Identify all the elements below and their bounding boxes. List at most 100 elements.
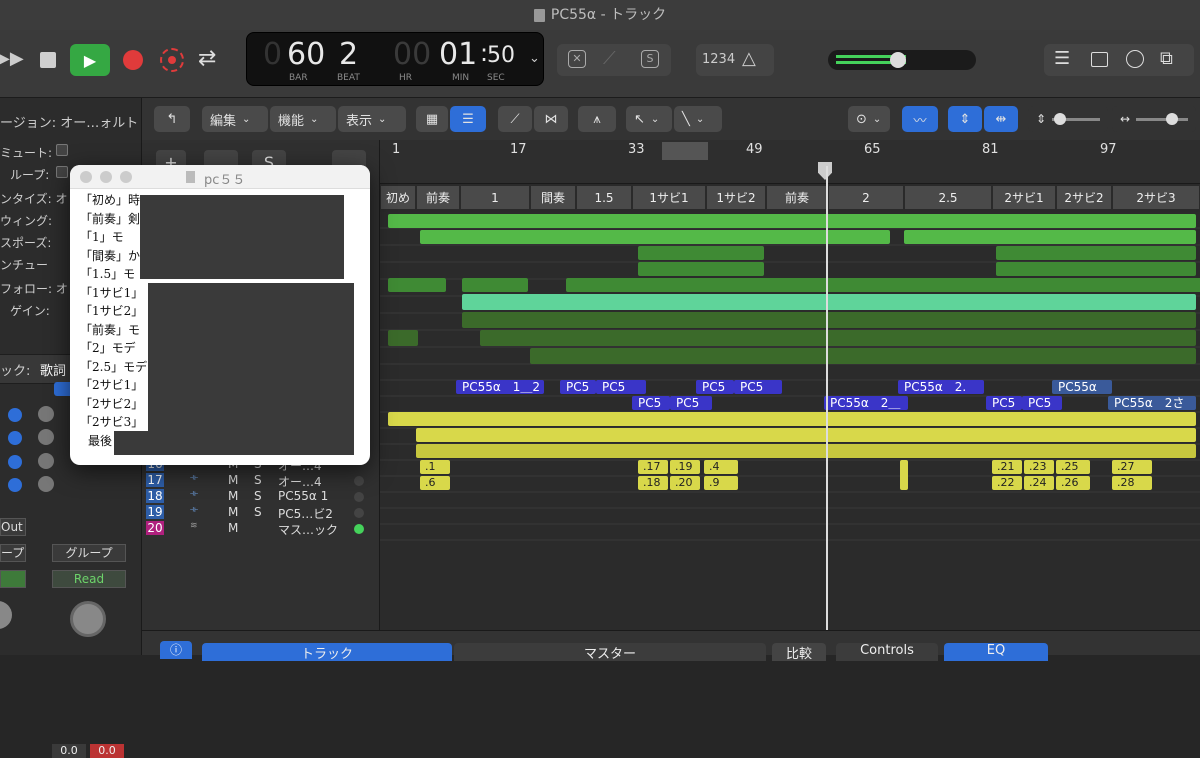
solo-button[interactable]: S bbox=[254, 505, 262, 519]
back-button[interactable]: ↰ bbox=[154, 106, 190, 132]
region-green[interactable] bbox=[638, 246, 764, 260]
mute-button[interactable]: M bbox=[228, 505, 238, 519]
mute-button[interactable]: M bbox=[228, 473, 238, 487]
flex-button[interactable]: ⋈ bbox=[534, 106, 568, 132]
send-knob-2[interactable] bbox=[8, 431, 22, 445]
tab-track[interactable]: トラック bbox=[202, 643, 452, 662]
waveform-button[interactable]: 〰 bbox=[902, 106, 938, 132]
region-green[interactable] bbox=[566, 278, 1200, 292]
more-button[interactable]: ⊙ ⌄ bbox=[848, 106, 890, 132]
send-knob-3[interactable] bbox=[8, 455, 22, 469]
bar-ruler[interactable]: 1 17 33 49 65 81 97 bbox=[380, 140, 1200, 184]
region-yellow[interactable] bbox=[416, 428, 1196, 442]
region-green[interactable] bbox=[388, 278, 446, 292]
playhead-handle[interactable] bbox=[818, 162, 832, 180]
mute-button[interactable]: M bbox=[228, 489, 238, 503]
region-yellow[interactable]: .20 bbox=[670, 476, 700, 490]
marker[interactable]: 2.5 bbox=[904, 185, 992, 210]
lcd-display[interactable]: 0 60 2 BAR BEAT 00 01 : 50 HR MIN SEC ⌄ bbox=[246, 32, 544, 86]
mute-checkbox[interactable] bbox=[56, 144, 68, 156]
region-dark-green[interactable] bbox=[462, 312, 1196, 328]
tab-controls[interactable]: Controls bbox=[836, 643, 938, 661]
solo-button[interactable]: S bbox=[254, 473, 262, 487]
region-yellow[interactable] bbox=[416, 444, 1196, 458]
stop-button[interactable] bbox=[40, 52, 56, 68]
region-blue[interactable]: PC5 bbox=[670, 396, 712, 410]
horizontal-fit-button[interactable]: ⇹ bbox=[984, 106, 1018, 132]
pointer-tool[interactable]: ↖ ⌄ bbox=[626, 106, 672, 132]
region-blue[interactable]: PC55α 2さ bbox=[1108, 396, 1196, 410]
region-yellow[interactable]: .21 bbox=[992, 460, 1022, 474]
region-green[interactable] bbox=[388, 214, 1196, 228]
automation-read-button[interactable]: Read bbox=[52, 570, 126, 588]
send-knob-1[interactable] bbox=[8, 408, 22, 422]
region-yellow[interactable]: .28 bbox=[1112, 476, 1152, 490]
compare-button[interactable]: 比較 bbox=[772, 643, 826, 662]
region-yellow[interactable] bbox=[900, 460, 908, 490]
region-blue[interactable]: PC5 bbox=[632, 396, 670, 410]
region-green[interactable] bbox=[996, 246, 1196, 260]
loop-browser-icon[interactable] bbox=[1126, 50, 1144, 68]
region-dark-green[interactable] bbox=[388, 330, 418, 346]
track-row[interactable]: 18 ⟛ M S PC55α 1 bbox=[142, 489, 380, 505]
region-yellow[interactable]: .27 bbox=[1112, 460, 1152, 474]
region-dark-green[interactable] bbox=[480, 330, 1196, 346]
track-row[interactable]: 20 ≋ M マス…ック bbox=[142, 521, 380, 537]
region-yellow[interactable]: .1 bbox=[420, 460, 450, 474]
region-dark-green[interactable] bbox=[530, 348, 1196, 364]
track-row[interactable]: 17 ⟛ M S オー…4 bbox=[142, 473, 380, 489]
region-blue[interactable]: PC5 bbox=[734, 380, 782, 394]
list-icon[interactable]: ☰ bbox=[1054, 48, 1070, 69]
forward-icon[interactable]: ▶▶ bbox=[0, 48, 24, 72]
marker[interactable]: 間奏 bbox=[530, 185, 576, 210]
region-green[interactable] bbox=[462, 278, 528, 292]
track-on-indicator[interactable] bbox=[354, 476, 364, 486]
send-dial-4[interactable] bbox=[38, 476, 54, 492]
playhead[interactable] bbox=[826, 166, 828, 630]
region-yellow[interactable]: .25 bbox=[1056, 460, 1090, 474]
region-blue[interactable]: PC5 bbox=[1022, 396, 1062, 410]
region-blue[interactable]: PC55α 2＿ bbox=[824, 396, 908, 410]
notepad-titlebar[interactable]: pc５５ bbox=[70, 165, 370, 189]
solo-icon[interactable]: S bbox=[641, 50, 659, 68]
metronome-icon[interactable]: △ bbox=[742, 48, 756, 69]
volume-left-display[interactable]: 0.0 bbox=[52, 744, 86, 758]
region-yellow[interactable]: .22 bbox=[992, 476, 1022, 490]
note-pad-icon[interactable] bbox=[1091, 52, 1108, 67]
marker[interactable]: 1.5 bbox=[576, 185, 632, 210]
replace-mode-icon[interactable]: ✕ bbox=[568, 50, 586, 68]
pan-knob-right[interactable] bbox=[70, 601, 106, 637]
track-row[interactable]: 19 ⟛ M S PC5…ビ2 bbox=[142, 505, 380, 521]
track-on-indicator[interactable] bbox=[354, 508, 364, 518]
region-yellow[interactable]: .18 bbox=[638, 476, 668, 490]
marker[interactable]: 2サビ2 bbox=[1056, 185, 1112, 210]
vertical-zoom-button[interactable]: ⇕ bbox=[948, 106, 982, 132]
region-yellow[interactable]: .9 bbox=[704, 476, 738, 490]
send-dial-1[interactable] bbox=[38, 406, 54, 422]
marker[interactable]: 前奏 bbox=[766, 185, 828, 210]
grid-view-button[interactable]: ▦ bbox=[416, 106, 448, 132]
region-green[interactable] bbox=[996, 262, 1196, 276]
record-button[interactable] bbox=[123, 50, 143, 70]
output-button[interactable]: Out bbox=[0, 518, 26, 536]
tracks-area[interactable]: PC55α 1＿2 PC5 PC5 PC5 PC5 PC55α 2. PC55α… bbox=[380, 212, 1200, 630]
close-window-button[interactable] bbox=[80, 171, 92, 183]
region-blue[interactable]: PC55α 2. bbox=[898, 380, 984, 394]
loop-checkbox[interactable] bbox=[56, 166, 68, 178]
pencil-tool[interactable]: ╲ ⌄ bbox=[674, 106, 722, 132]
group-right-button[interactable]: グループ bbox=[52, 544, 126, 562]
group-left-button[interactable]: ープ bbox=[0, 544, 26, 562]
region-yellow[interactable]: .4 bbox=[704, 460, 738, 474]
region-yellow[interactable] bbox=[388, 412, 1196, 426]
track-on-indicator[interactable] bbox=[354, 492, 364, 502]
region-yellow[interactable]: .17 bbox=[638, 460, 668, 474]
count-in-button[interactable]: 1234 bbox=[702, 52, 735, 67]
master-volume-slider[interactable] bbox=[828, 50, 976, 70]
cycle-region[interactable] bbox=[662, 142, 708, 160]
vertical-zoom-slider[interactable]: ⇕ bbox=[1028, 106, 1108, 132]
automation-button[interactable]: ⟋ bbox=[498, 106, 532, 132]
region-blue[interactable]: PC5 bbox=[986, 396, 1022, 410]
marker[interactable]: 1サビ1 bbox=[632, 185, 706, 210]
marker[interactable]: 2サビ1 bbox=[992, 185, 1056, 210]
send-knob-4[interactable] bbox=[8, 478, 22, 492]
